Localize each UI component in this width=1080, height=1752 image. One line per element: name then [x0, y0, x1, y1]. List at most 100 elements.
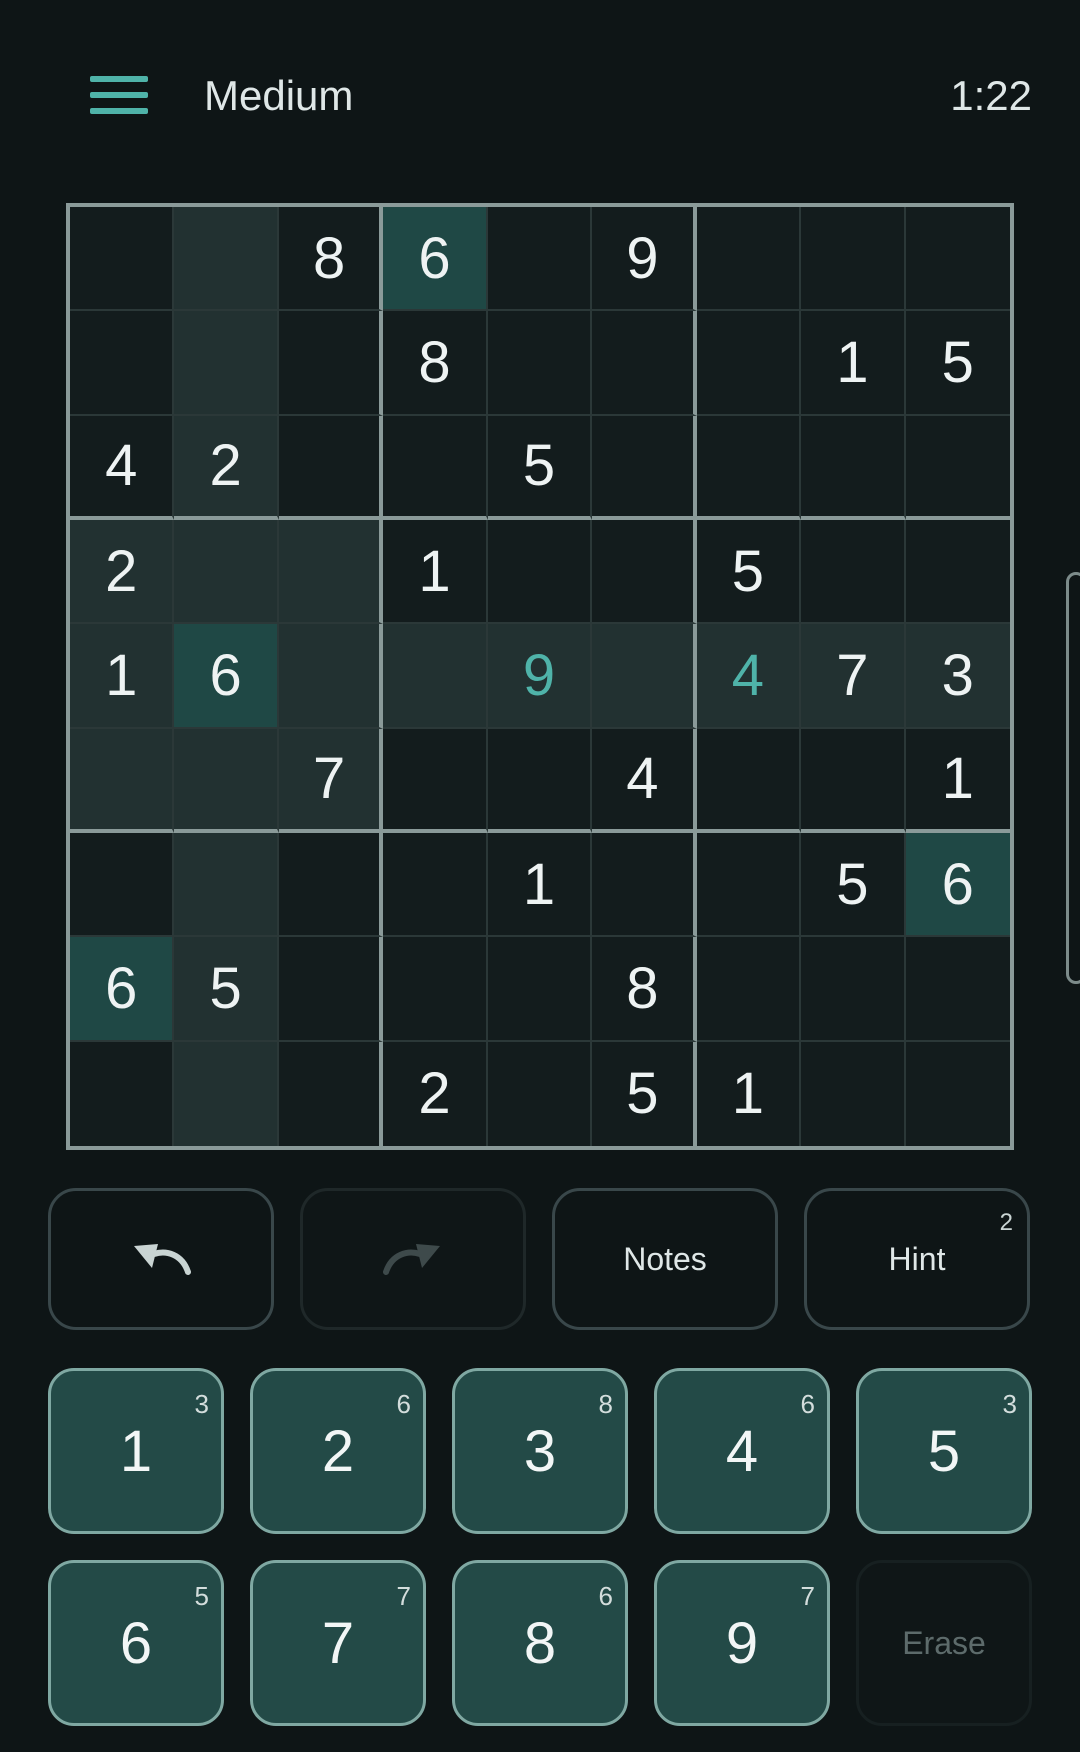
sudoku-cell[interactable] [174, 1041, 279, 1146]
sudoku-cell[interactable] [487, 207, 593, 312]
sudoku-cell[interactable] [487, 520, 593, 625]
sudoku-cell[interactable] [592, 415, 697, 520]
sudoku-cell[interactable] [278, 311, 384, 416]
sudoku-cell[interactable] [592, 520, 697, 625]
sudoku-cell[interactable]: 1 [487, 833, 593, 938]
sudoku-cell[interactable] [906, 1042, 1010, 1146]
sudoku-cell[interactable]: 4 [592, 728, 697, 833]
sudoku-cell[interactable] [592, 833, 697, 938]
sudoku-cell[interactable] [70, 833, 175, 938]
sudoku-cell[interactable]: 8 [592, 937, 697, 1042]
sudoku-cell[interactable]: 8 [278, 207, 384, 312]
sudoku-cell[interactable]: 1 [905, 729, 1010, 833]
sudoku-cell[interactable] [801, 415, 906, 520]
sudoku-cell[interactable] [801, 1041, 906, 1146]
sudoku-cell[interactable]: 2 [383, 1041, 488, 1146]
sudoku-cell[interactable]: 3 [905, 624, 1010, 729]
sudoku-cell[interactable] [801, 520, 906, 625]
sudoku-cell[interactable] [174, 207, 279, 312]
sudoku-cell[interactable] [696, 833, 802, 938]
side-scroll-handle[interactable] [1066, 572, 1080, 984]
sudoku-cell[interactable] [174, 728, 279, 833]
sudoku-cell[interactable]: 2 [174, 415, 279, 520]
sudoku-cell[interactable] [696, 415, 802, 520]
sudoku-cell[interactable] [70, 207, 175, 312]
sudoku-cell[interactable] [383, 415, 488, 520]
sudoku-cell[interactable] [696, 937, 802, 1042]
sudoku-cell[interactable] [905, 416, 1010, 520]
sudoku-cell[interactable]: 6 [174, 624, 279, 729]
sudoku-cell[interactable]: 5 [592, 1041, 697, 1146]
sudoku-cell[interactable] [278, 833, 384, 938]
sudoku-cell[interactable]: 9 [487, 624, 593, 729]
sudoku-cell[interactable] [279, 1041, 384, 1146]
sudoku-cell[interactable]: 5 [174, 937, 279, 1042]
sudoku-cell[interactable] [174, 311, 279, 416]
number-key-9[interactable]: 97 [654, 1560, 830, 1726]
sudoku-cell[interactable] [905, 520, 1010, 625]
sudoku-cell[interactable] [905, 937, 1010, 1042]
sudoku-cell[interactable]: 5 [696, 520, 802, 625]
sudoku-cell[interactable] [70, 311, 175, 416]
number-key-4[interactable]: 46 [654, 1368, 830, 1534]
sudoku-cell[interactable] [278, 937, 384, 1042]
sudoku-cell[interactable] [383, 833, 488, 938]
sudoku-cell[interactable] [383, 624, 488, 729]
sudoku-cell[interactable] [487, 937, 593, 1042]
sudoku-cell[interactable] [905, 207, 1010, 312]
sudoku-cell[interactable] [488, 1041, 593, 1146]
sudoku-cell[interactable]: 9 [592, 207, 697, 312]
remaining-count: 6 [598, 1581, 613, 1611]
hamburger-menu-icon[interactable] [88, 72, 152, 120]
sudoku-cell[interactable] [592, 624, 697, 729]
sudoku-cell[interactable] [70, 728, 175, 833]
sudoku-cell[interactable]: 5 [801, 833, 906, 938]
number-key-2[interactable]: 26 [250, 1368, 426, 1534]
number-key-digit: 2 [321, 1418, 355, 1484]
number-key-5[interactable]: 53 [856, 1368, 1032, 1534]
sudoku-cell[interactable] [174, 833, 279, 938]
sudoku-cell[interactable] [487, 728, 593, 833]
notes-button[interactable]: Notes [552, 1188, 778, 1330]
sudoku-cell[interactable]: 4 [70, 415, 175, 520]
sudoku-cell[interactable] [592, 311, 697, 416]
sudoku-cell[interactable]: 8 [383, 311, 488, 416]
sudoku-cell[interactable]: 6 [905, 833, 1010, 938]
sudoku-cell[interactable] [696, 207, 802, 312]
sudoku-cell[interactable]: 4 [696, 624, 802, 729]
number-key-1[interactable]: 13 [48, 1368, 224, 1534]
erase-button[interactable]: Erase [856, 1560, 1032, 1726]
sudoku-cell[interactable]: 1 [383, 520, 488, 625]
sudoku-cell[interactable]: 7 [801, 624, 906, 729]
sudoku-cell[interactable] [487, 311, 593, 416]
hint-button[interactable]: Hint 2 [804, 1188, 1030, 1330]
sudoku-cell[interactable]: 5 [487, 415, 593, 520]
number-key-6[interactable]: 65 [48, 1560, 224, 1726]
sudoku-cell[interactable] [278, 415, 384, 520]
redo-button[interactable] [300, 1188, 526, 1330]
sudoku-cell[interactable]: 1 [70, 624, 175, 729]
sudoku-cell[interactable]: 1 [801, 311, 906, 416]
sudoku-cell[interactable]: 7 [278, 728, 384, 833]
sudoku-cell[interactable] [383, 728, 488, 833]
sudoku-cell[interactable] [696, 728, 802, 833]
sudoku-cell[interactable]: 6 [70, 937, 175, 1042]
sudoku-cell[interactable]: 2 [70, 520, 175, 625]
sudoku-cell[interactable] [383, 937, 488, 1042]
sudoku-cell[interactable] [278, 520, 384, 625]
number-key-3[interactable]: 38 [452, 1368, 628, 1534]
number-key-8[interactable]: 86 [452, 1560, 628, 1726]
sudoku-cell[interactable]: 5 [905, 311, 1010, 416]
number-key-7[interactable]: 77 [250, 1560, 426, 1726]
sudoku-cell[interactable] [278, 624, 384, 729]
sudoku-cell[interactable] [696, 311, 802, 416]
sudoku-cell[interactable]: 6 [383, 207, 488, 312]
sudoku-cell[interactable] [70, 1041, 175, 1146]
sudoku-cell[interactable] [801, 207, 906, 312]
sudoku-cell[interactable] [174, 520, 279, 625]
sudoku-cell[interactable]: 1 [697, 1041, 802, 1146]
sudoku-cell[interactable] [801, 937, 906, 1042]
sudoku-cell[interactable] [801, 728, 906, 833]
undo-button[interactable] [48, 1188, 274, 1330]
remaining-count: 7 [800, 1581, 815, 1611]
